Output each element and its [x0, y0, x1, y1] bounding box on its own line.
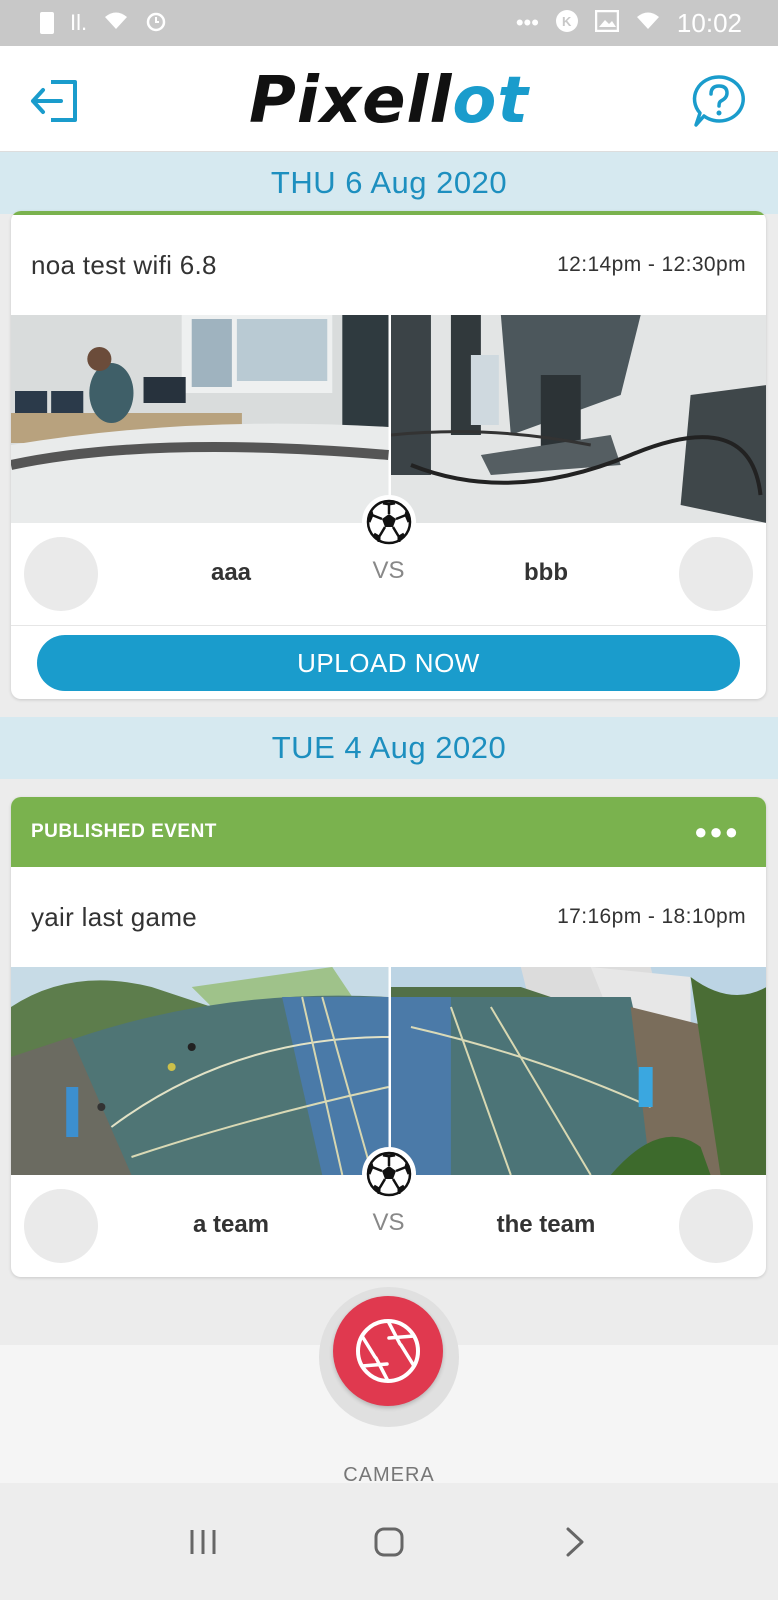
- status-badge: PUBLISHED EVENT: [31, 821, 217, 842]
- published-status-bar: PUBLISHED EVENT ●●●: [11, 797, 766, 867]
- soccer-ball-icon: [361, 1147, 416, 1201]
- help-icon: [692, 75, 745, 127]
- event-title: noa test wifi 6.8: [31, 249, 217, 280]
- lock-icon: [40, 12, 54, 34]
- home-button[interactable]: [359, 1512, 419, 1572]
- status-bar: Il. ••• K 10:02: [0, 0, 778, 46]
- team-avatar-away: [679, 537, 753, 611]
- event-thumbnails[interactable]: [11, 315, 766, 549]
- recent-apps-icon: [190, 1529, 216, 1554]
- home-icon: [374, 1527, 404, 1556]
- help-button[interactable]: [690, 72, 748, 130]
- team-name-away: the team: [496, 1211, 596, 1238]
- card-title-row: yair last game 17:16pm - 18:10pm: [11, 867, 766, 967]
- status-left-icons: Il.: [40, 10, 167, 36]
- recent-apps-button[interactable]: [173, 1512, 233, 1572]
- soccer-ball-icon: [361, 495, 416, 549]
- card-title-row: noa test wifi 6.8 12:14pm - 12:30pm: [11, 215, 766, 315]
- wifi-icon: [103, 11, 129, 35]
- thumbnail-left[interactable]: [11, 315, 389, 523]
- upload-now-button[interactable]: UPLOAD NOW: [37, 634, 740, 691]
- team-name-away: bbb: [524, 559, 568, 586]
- back-button[interactable]: [545, 1512, 605, 1572]
- signal-icon: Il.: [70, 10, 88, 35]
- svg-text:K: K: [562, 14, 572, 29]
- thumbnail-right[interactable]: [388, 967, 766, 1175]
- status-right-icons: ••• K 10:02: [516, 8, 742, 39]
- camera-shutter-icon: [356, 1319, 420, 1383]
- date-header: THU 6 Aug 2020: [0, 152, 778, 214]
- more-options-icon[interactable]: ●●●: [694, 819, 740, 845]
- logo-accent-text: ot: [452, 64, 529, 138]
- pixellot-logo: Pixellot: [0, 64, 778, 138]
- upload-row: UPLOAD NOW: [11, 625, 766, 699]
- image-icon: [594, 9, 620, 36]
- team-avatar-away: [679, 1189, 753, 1263]
- more-icon: •••: [515, 10, 539, 35]
- event-thumbnails[interactable]: [11, 967, 766, 1201]
- system-navigation-bar: [0, 1483, 778, 1600]
- event-time: 17:16pm - 18:10pm: [557, 905, 746, 928]
- thumbnail-right[interactable]: [388, 315, 766, 523]
- wifi-icon: [635, 11, 661, 35]
- event-time: 12:14pm - 12:30pm: [557, 253, 746, 276]
- chevron-right-icon: [566, 1527, 584, 1556]
- event-title: yair last game: [31, 901, 198, 932]
- events-list[interactable]: THU 6 Aug 2020 noa test wifi 6.8 12:14pm…: [0, 152, 778, 1372]
- app-header: Pixellot: [0, 46, 778, 152]
- k-icon: K: [555, 9, 579, 37]
- logo-text: Pixell: [249, 64, 453, 138]
- camera-button[interactable]: [333, 1296, 443, 1406]
- thumbnail-left[interactable]: [11, 967, 389, 1175]
- date-header: TUE 4 Aug 2020: [0, 717, 778, 779]
- alarm-icon: [145, 10, 167, 36]
- event-card[interactable]: PUBLISHED EVENT ●●● yair last game 17:16…: [11, 797, 766, 1277]
- status-time: 10:02: [676, 7, 742, 38]
- event-card[interactable]: noa test wifi 6.8 12:14pm - 12:30pm aaa …: [11, 211, 766, 699]
